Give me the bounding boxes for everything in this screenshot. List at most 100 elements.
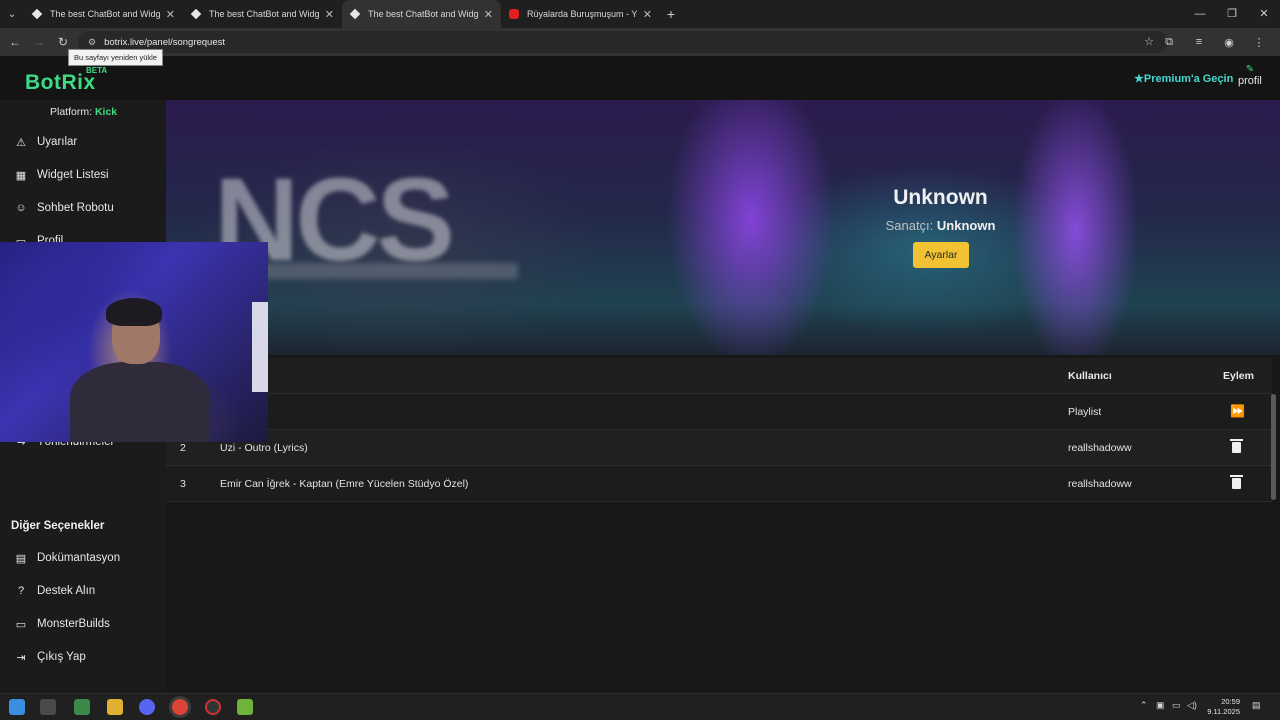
browser-tab[interactable]: Rüyalarda Buruşmuşum - YouTube ✕ <box>501 0 660 28</box>
logout-icon: ⇥ <box>16 651 26 664</box>
table-row: 3 Emir Can İğrek - Kaptan (Emre Yücelen … <box>166 466 1272 502</box>
profile-icon[interactable]: ◉ <box>1214 36 1244 49</box>
close-icon[interactable]: ✕ <box>325 8 334 21</box>
sidebar-item-label: Çıkış Yap <box>37 651 86 663</box>
sidebar-item-label: Destek Alın <box>37 585 96 597</box>
sidebar-item-label: Widget Listesi <box>37 169 109 181</box>
site-info-icon[interactable]: ⚙ <box>88 37 96 48</box>
sidebar-item-chatbot[interactable]: ☺ Sohbet Robotu <box>12 198 113 218</box>
now-playing-banner: NCS Unknown Sanatçı: Unknown Ayarlar <box>166 100 1280 355</box>
url-text: botrix.live/panel/songrequest <box>104 36 226 48</box>
notifications-icon[interactable]: ▤ <box>1252 700 1261 711</box>
url-bar[interactable]: ⚙ botrix.live/panel/songrequest ☆ <box>78 31 1168 53</box>
close-icon[interactable]: ✕ <box>643 8 652 21</box>
browser-tab[interactable]: The best ChatBot and Widgets ✕ <box>24 0 183 28</box>
grid-icon: ▦ <box>15 169 27 182</box>
restore-button[interactable]: ❐ <box>1216 0 1248 28</box>
taskbar-clock[interactable]: 20:59 9.11.2025 <box>1200 697 1240 717</box>
network-icon[interactable]: ▭ <box>1172 700 1181 711</box>
sidebar-item-monsterbuilds[interactable]: ▭ MonsterBuilds <box>12 614 110 634</box>
tray-app-icon[interactable]: ▣ <box>1156 700 1165 711</box>
close-icon[interactable]: ✕ <box>484 8 493 21</box>
close-window-button[interactable]: ✕ <box>1248 0 1280 28</box>
question-icon: ? <box>17 585 25 597</box>
person-body <box>70 362 210 442</box>
page: BotRix BETA ★Premium'a Geçin ✎ profil Pl… <box>0 56 1280 693</box>
task-view-icon[interactable] <box>40 699 56 715</box>
row-song: Emir Can İğrek - Kaptan (Emre Yücelen St… <box>220 478 469 490</box>
clock-time: 20:59 <box>1221 697 1240 706</box>
windows-start-icon[interactable] <box>9 699 25 715</box>
top-navbar: BotRix BETA ★Premium'a Geçin ✎ profil <box>0 56 1280 100</box>
platform-indicator: Platform: Kick <box>50 106 117 118</box>
recorder-icon[interactable] <box>205 699 221 715</box>
now-playing-artist: Sanatçı: Unknown <box>166 218 1280 233</box>
windows-taskbar: ⌃ ▣ ▭ ◁) 20:59 9.11.2025 ▤ <box>0 693 1280 720</box>
extensions-icon[interactable]: ⧉ <box>1154 36 1184 49</box>
premium-link[interactable]: ★Premium'a Geçin <box>1134 72 1233 85</box>
row-index: 2 <box>180 442 186 454</box>
robot-icon: ☺ <box>15 202 27 214</box>
window-controls: — ❐ ✕ <box>1184 0 1280 28</box>
sidebar-item-alerts[interactable]: ⚠ Uyarılar <box>12 132 77 152</box>
trash-icon[interactable] <box>1230 439 1243 453</box>
minimize-button[interactable]: — <box>1184 0 1216 28</box>
discord-icon[interactable] <box>139 699 155 715</box>
table-scrollbar[interactable] <box>1271 394 1276 500</box>
reload-tooltip: Bu sayfayı yeniden yükle <box>68 49 163 66</box>
skip-icon[interactable]: ⏩ <box>1230 404 1245 418</box>
media-control-icon[interactable]: ≡ <box>1184 36 1214 48</box>
other-options-heading: Diğer Seçenekler <box>11 520 105 532</box>
table-header: Kullanıcı Eylem <box>166 358 1272 394</box>
address-toolbar: ← → ↻ ⚙ botrix.live/panel/songrequest ☆ <box>0 28 1280 56</box>
webcam-overlay <box>0 242 268 442</box>
platform-value: Kick <box>94 106 118 118</box>
table-row: 2 Uzi - Outro (Lyrics) reallshadoww <box>166 430 1272 466</box>
row-index: 3 <box>180 478 186 490</box>
diamond-icon <box>31 8 43 20</box>
browser-tab-active[interactable]: The best ChatBot and Widgets ✕ <box>342 0 501 28</box>
scroll-icon: ▤ <box>15 552 27 565</box>
reload-button[interactable]: ↻ <box>51 35 75 49</box>
monitor-shape <box>252 302 268 392</box>
clock-date: 9.11.2025 <box>1207 707 1240 716</box>
tab-search-button[interactable]: ⌄ <box>0 0 24 28</box>
profile-link[interactable]: ✎ profil <box>1238 64 1262 87</box>
song-queue-table: Kullanıcı Eylem Playlist ⏩ 2 Uzi - Outro… <box>166 358 1272 502</box>
sidebar-item-logout[interactable]: ⇥ Çıkış Yap <box>12 647 86 667</box>
trash-icon[interactable] <box>1230 475 1243 489</box>
youtube-icon <box>509 9 519 19</box>
volume-icon[interactable]: ◁) <box>1187 700 1197 711</box>
diamond-icon <box>349 8 361 20</box>
tab-title: The best ChatBot and Widgets <box>209 9 319 19</box>
column-header-action: Eylem <box>1223 370 1254 382</box>
menu-icon[interactable]: ⋮ <box>1244 36 1274 49</box>
browser-tab[interactable]: The best ChatBot and Widgets ✕ <box>183 0 342 28</box>
laptop-icon: ▭ <box>15 618 27 631</box>
tray-chevron-icon[interactable]: ⌃ <box>1140 700 1148 711</box>
now-playing-title: Unknown <box>893 186 988 209</box>
bookmark-star-icon[interactable]: ☆ <box>1144 35 1154 48</box>
sidebar-item-widgets[interactable]: ▦ Widget Listesi <box>12 165 109 185</box>
chrome-icon[interactable] <box>172 699 188 715</box>
warning-icon: ⚠ <box>16 136 26 149</box>
sidebar-item-docs[interactable]: ▤ Dokümantasyon <box>12 548 120 568</box>
file-explorer-icon[interactable] <box>107 699 123 715</box>
forward-button[interactable]: → <box>27 35 51 49</box>
sidebar-item-label: Dokümantasyon <box>37 552 121 564</box>
close-icon[interactable]: ✕ <box>166 8 175 21</box>
app-icon[interactable] <box>74 699 90 715</box>
browser-toolbar-right: ⧉ ≡ ◉ ⋮ <box>1154 28 1274 56</box>
app-green-icon[interactable] <box>237 699 253 715</box>
person-hair <box>106 298 162 326</box>
tab-title: Rüyalarda Buruşmuşum - YouTube <box>527 9 637 19</box>
sidebar-item-support[interactable]: ? Destek Alın <box>12 581 95 601</box>
row-song: Uzi - Outro (Lyrics) <box>220 442 308 454</box>
settings-button[interactable]: Ayarlar <box>913 242 969 268</box>
star-icon: ★ <box>1134 73 1144 85</box>
back-button[interactable]: ← <box>3 35 27 49</box>
row-user: reallshadoww <box>1068 478 1132 490</box>
profile-label: profil <box>1238 75 1262 87</box>
sidebar-item-label: MonsterBuilds <box>37 618 110 630</box>
new-tab-button[interactable]: + <box>660 6 682 22</box>
